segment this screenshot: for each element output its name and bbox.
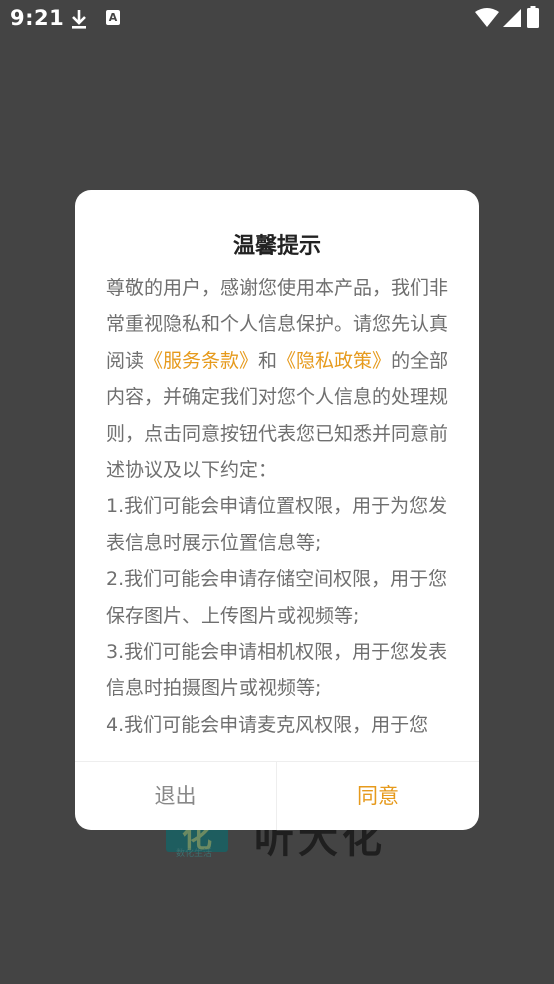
app-logo-caption: 数化生活 — [176, 849, 213, 859]
status-bar: 9:21 A — [0, 0, 554, 38]
permission-item: 3.我们可能会申请相机权限，用于您发表信息时拍摄图片或视频等; — [106, 641, 448, 700]
dialog-title: 温馨提示 — [232, 234, 321, 259]
wifi-icon — [475, 8, 499, 27]
privacy-link[interactable]: 《隐私政策》 — [277, 350, 391, 372]
signal-icon — [503, 9, 521, 27]
dialog-intro: 尊敬的用户，感谢您使用本产品，我们非常重视隐私和个人信息保护。请您先认真阅读《服… — [106, 270, 451, 488]
and-text: 和 — [258, 349, 278, 372]
permission-item: 4.我们可能会申请麦克风权限，用于您 — [106, 713, 429, 736]
battery-icon — [527, 6, 539, 28]
dialog-footer: 退出 同意 — [75, 761, 479, 830]
privacy-dialog: 温馨提示 尊敬的用户，感谢您使用本产品，我们非常重视隐私和个人信息保护。请您先认… — [75, 190, 479, 830]
download-icon — [72, 10, 86, 29]
a-icon: A — [106, 10, 120, 25]
permission-item: 2.我们可能会申请存储空间权限，用于您保存图片、上传图片或视频等; — [106, 568, 448, 627]
status-time: 9:21 — [10, 6, 65, 30]
dialog-body[interactable]: 尊敬的用户，感谢您使用本产品，我们非常重视隐私和个人信息保护。请您先认真阅读《服… — [106, 270, 451, 738]
agree-button[interactable]: 同意 — [277, 762, 479, 830]
permission-item: 1.我们可能会申请位置权限，用于为您发表信息时展示位置信息等; — [106, 495, 448, 554]
exit-button[interactable]: 退出 — [75, 762, 277, 830]
terms-link[interactable]: 《服务条款》 — [144, 350, 258, 372]
